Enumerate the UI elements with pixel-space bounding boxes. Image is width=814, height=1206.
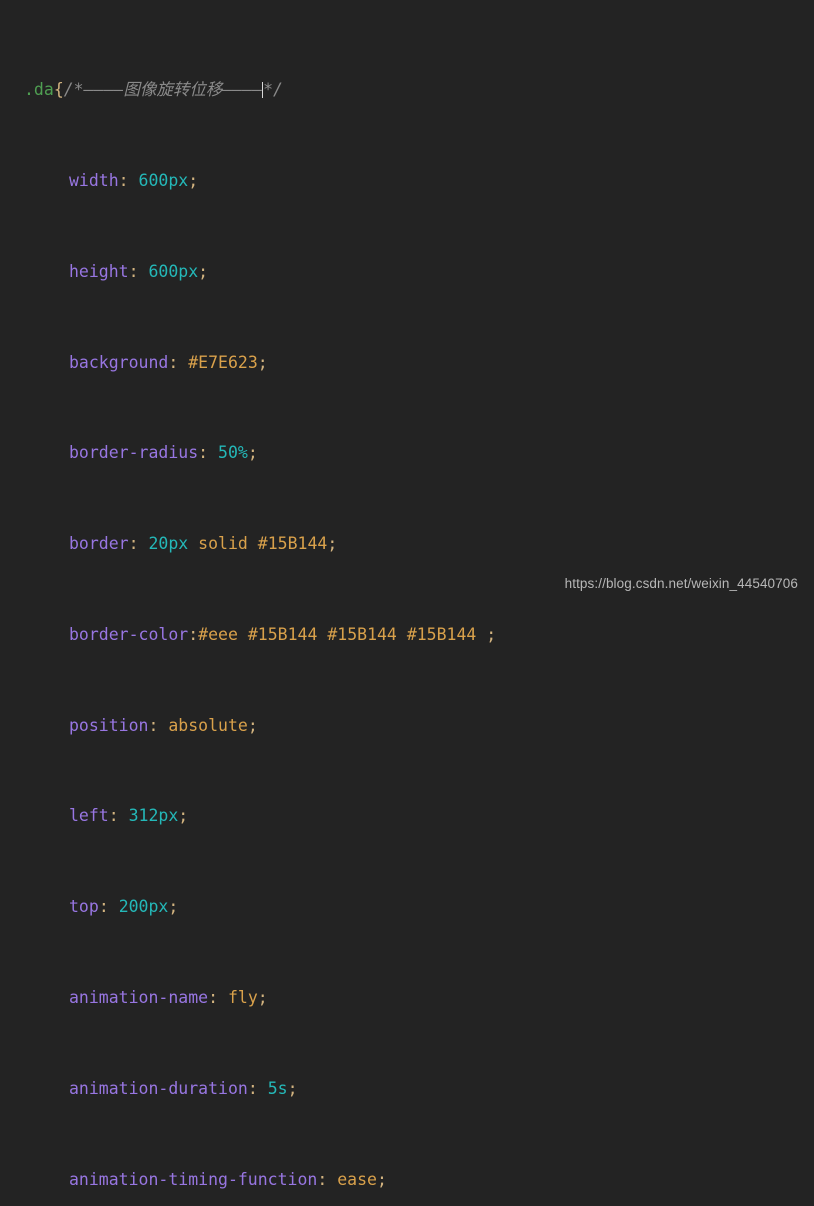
css-color-value: #15B144 (257, 534, 328, 554)
css-keyword-value: solid (198, 534, 248, 554)
css-color-value-3: #15B144 (327, 624, 397, 644)
semicolon: ; (247, 443, 258, 463)
colon: : (108, 806, 129, 826)
code-line-1[interactable]: .da{/*————图像旋转位移————*/ (0, 79, 814, 102)
semicolon: ; (198, 261, 209, 281)
css-keyword-value: ease (337, 1169, 377, 1189)
semicolon: ; (168, 897, 179, 917)
colon: : (317, 1169, 338, 1189)
css-property: position (69, 715, 149, 735)
css-keyword-value: absolute (168, 715, 248, 735)
css-value: 312px (128, 806, 179, 826)
watermark-url: https://blog.csdn.net/weixin_44540706 (564, 576, 798, 591)
code-line-3[interactable]: height: 600px; (0, 261, 814, 284)
code-line-11[interactable]: animation-name: fly; (0, 987, 814, 1010)
semicolon: ; (247, 715, 258, 735)
code-line-2[interactable]: width: 600px; (0, 170, 814, 193)
css-property: border-color (69, 624, 189, 644)
semicolon: ; (486, 624, 497, 644)
colon: : (168, 352, 189, 372)
css-color-value-2: #15B144 (247, 624, 318, 644)
css-property: animation-name (69, 988, 209, 1008)
css-length-value: 20px (148, 534, 189, 554)
code-line-4[interactable]: background: #E7E623; (0, 352, 814, 375)
code-line-8[interactable]: position: absolute; (0, 715, 814, 738)
css-value: 5s (267, 1078, 288, 1098)
css-value: 600px (148, 261, 199, 281)
colon: : (128, 261, 149, 281)
code-line-7[interactable]: border-color:#eee #15B144 #15B144 #15B14… (0, 624, 814, 647)
code-content[interactable]: .da{/*————图像旋转位移————*/ width: 600px; hei… (0, 11, 814, 1206)
code-editor-pane[interactable]: .da{/*————图像旋转位移————*/ width: 600px; hei… (0, 0, 814, 1189)
comment-text: /*————图像旋转位移———— (63, 80, 263, 100)
semicolon: ; (287, 1078, 298, 1098)
css-property: animation-timing-function (69, 1169, 318, 1189)
colon: : (247, 1078, 268, 1098)
css-color-value-4: #15B144 (406, 624, 477, 644)
css-property: top (69, 897, 99, 917)
colon: : (208, 988, 228, 1008)
code-line-12[interactable]: animation-duration: 5s; (0, 1078, 814, 1101)
css-property: height (69, 261, 129, 281)
semicolon: ; (327, 534, 338, 554)
css-selector: .da (24, 80, 54, 100)
colon: : (198, 443, 219, 463)
colon: : (118, 170, 139, 190)
open-brace: { (53, 80, 64, 100)
css-property: width (69, 170, 119, 190)
css-property: left (69, 806, 109, 826)
comment-end: */ (263, 80, 283, 100)
css-property: border (69, 534, 129, 554)
code-line-9[interactable]: left: 312px; (0, 805, 814, 828)
css-value: 200px (118, 897, 169, 917)
css-property: background (69, 352, 169, 372)
css-color-value: #E7E623 (188, 352, 258, 372)
semicolon: ; (376, 1169, 387, 1189)
semicolon: ; (178, 806, 189, 826)
css-value: 50% (218, 443, 248, 463)
colon: : (148, 715, 169, 735)
css-value: 600px (138, 170, 189, 190)
semicolon: ; (257, 352, 268, 372)
colon: : (128, 534, 149, 554)
css-property: animation-duration (69, 1078, 248, 1098)
code-line-5[interactable]: border-radius: 50%; (0, 442, 814, 465)
code-line-6[interactable]: border: 20px solid #15B144; (0, 533, 814, 556)
code-line-10[interactable]: top: 200px; (0, 896, 814, 919)
css-property: border-radius (69, 443, 199, 463)
semicolon: ; (188, 170, 199, 190)
colon: : (188, 624, 199, 644)
code-line-13[interactable]: animation-timing-function: ease; (0, 1169, 814, 1192)
css-animation-name-value: fly (227, 988, 258, 1008)
semicolon: ; (257, 988, 268, 1008)
colon: : (98, 897, 119, 917)
css-color-value-1: #eee (198, 624, 238, 644)
